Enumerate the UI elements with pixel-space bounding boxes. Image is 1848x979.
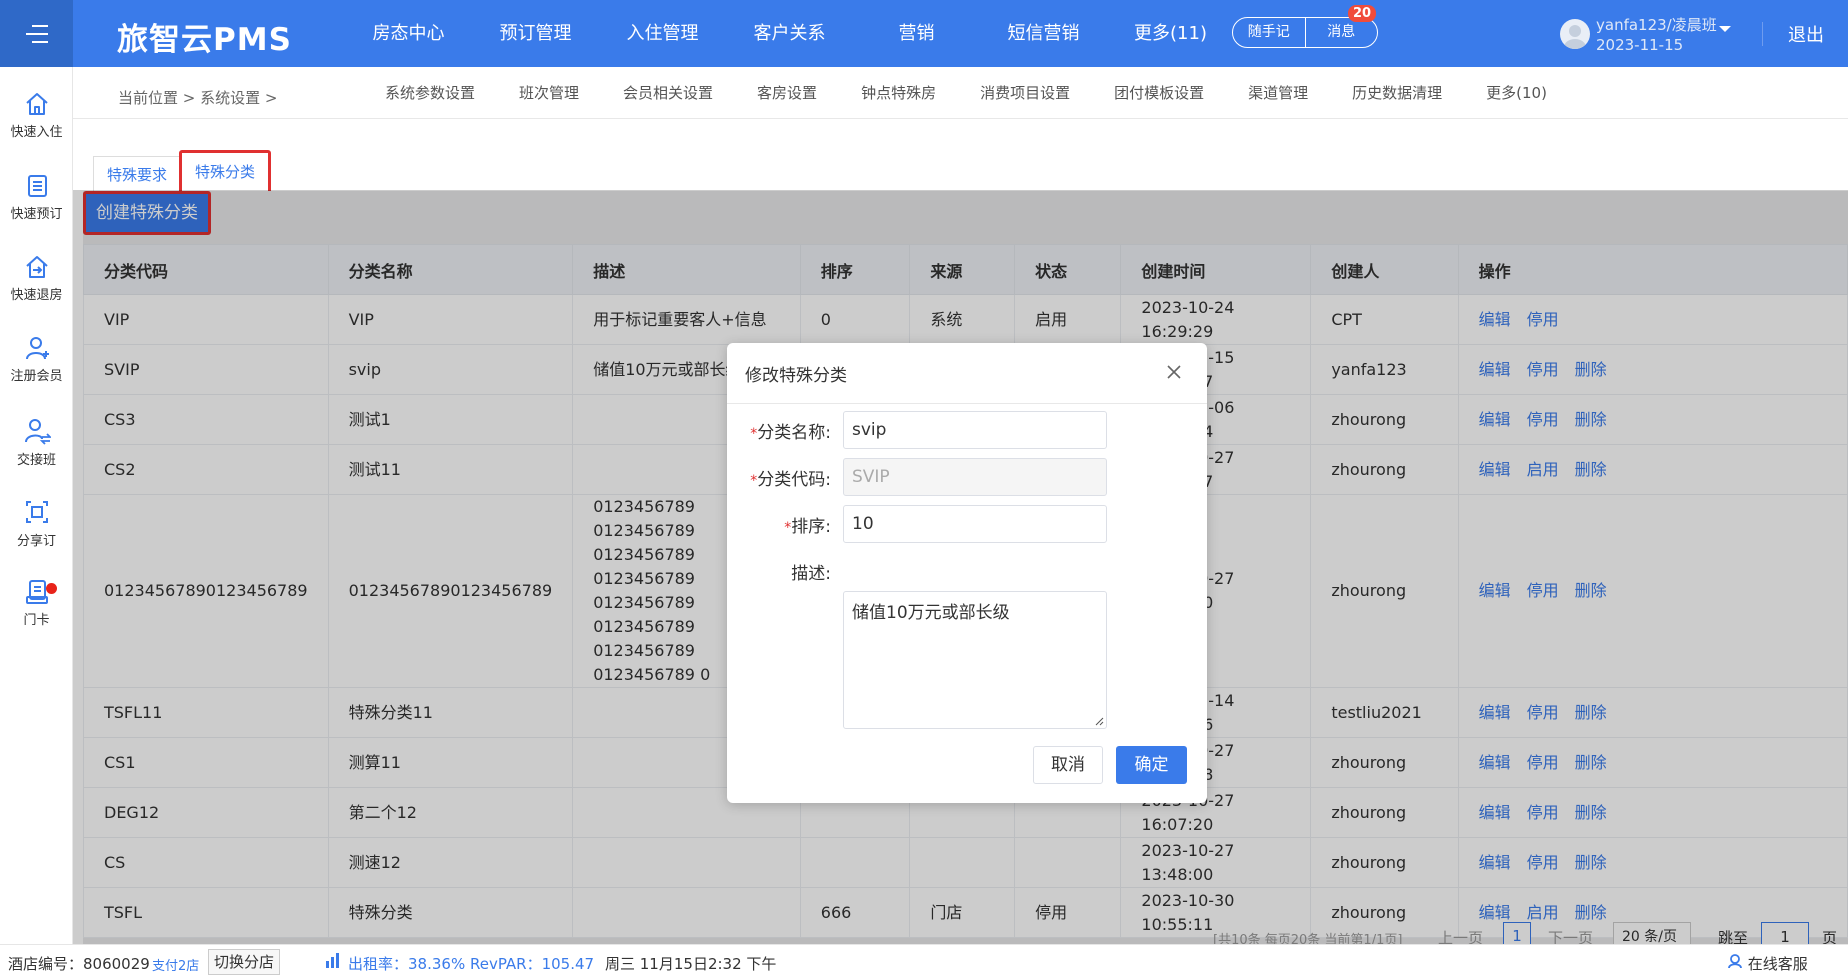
message-count-badge: 20 bbox=[1348, 5, 1377, 22]
sort-label: *排序: bbox=[727, 512, 831, 537]
branch-name: 支付2店 bbox=[152, 959, 200, 974]
menu-toggle-button[interactable] bbox=[0, 0, 73, 67]
desc-label: 描述: bbox=[791, 564, 831, 584]
online-service-button[interactable]: 在线客服 bbox=[1727, 953, 1808, 974]
nav-room-status[interactable]: 房态中心 bbox=[345, 0, 472, 67]
tab-consumption-items[interactable]: 消费项目设置 bbox=[958, 67, 1092, 119]
tab-hourly-rooms[interactable]: 钟点特殊房 bbox=[839, 67, 958, 119]
nav-sms-marketing[interactable]: 短信营销 bbox=[980, 0, 1107, 67]
user-name[interactable]: yanfa123/凌晨班 bbox=[1596, 14, 1717, 35]
tab-more[interactable]: 更多(10) bbox=[1464, 67, 1569, 119]
top-header: 旅智云PMS 房态中心 预订管理 入住管理 客户关系 营销 短信营销 更多(11… bbox=[0, 0, 1848, 67]
bar-chart-icon bbox=[326, 953, 339, 968]
sidebar-item-label: 快速预订 bbox=[10, 207, 63, 222]
occupancy-stats: 出租率：38.36% RevPAR：105.47 bbox=[348, 955, 595, 973]
headset-icon bbox=[1728, 954, 1742, 969]
status-bar: 酒店编号：8060029 支付2店 切换分店 出租率：38.36% RevPAR… bbox=[0, 944, 1848, 978]
current-datetime: 周三 11月15日2:32 下午 bbox=[605, 955, 777, 973]
sidebar-item-label: 注册会员 bbox=[10, 369, 63, 384]
tab-room-settings[interactable]: 客房设置 bbox=[735, 67, 839, 119]
settings-tabs: 系统参数设置 班次管理 会员相关设置 客房设置 钟点特殊房 消费项目设置 团付模… bbox=[363, 67, 1569, 119]
menu-icon bbox=[25, 24, 48, 43]
divider bbox=[727, 403, 1207, 404]
user-avatar-icon bbox=[1564, 25, 1586, 49]
user-swap-icon bbox=[24, 419, 51, 445]
category-code-input: SVIP bbox=[843, 458, 1107, 496]
sidebar-item-quick-booking[interactable]: 快速预订 bbox=[0, 173, 73, 222]
quick-action-sidebar: 快速入住 快速预订 快速退房 注册会员 交接班 分享订 门卡 bbox=[0, 67, 73, 944]
sidebar-item-label: 快速退房 bbox=[10, 288, 63, 303]
page-tab-bar: 特殊要求 特殊分类 bbox=[83, 137, 1848, 195]
tab-shift-management[interactable]: 班次管理 bbox=[497, 67, 601, 119]
tab-channel-management[interactable]: 渠道管理 bbox=[1226, 67, 1330, 119]
sidebar-item-share-booking[interactable]: 分享订 bbox=[0, 498, 73, 549]
nav-checkin[interactable]: 入住管理 bbox=[599, 0, 726, 67]
store-number: 酒店编号：8060029 bbox=[8, 955, 150, 973]
description-textarea[interactable]: 储值10万元或部长级 bbox=[843, 591, 1107, 729]
add-user-icon bbox=[25, 337, 49, 360]
edit-category-dialog: 修改特殊分类 *分类名称: svip *分类代码: SVIP *排序: 10 描… bbox=[727, 343, 1207, 803]
name-label: *分类名称: bbox=[727, 418, 831, 443]
nav-reservations[interactable]: 预订管理 bbox=[472, 0, 599, 67]
sidebar-item-label: 分享订 bbox=[16, 534, 56, 549]
main-nav: 房态中心 预订管理 入住管理 客户关系 营销 短信营销 更多(11) bbox=[345, 0, 1234, 67]
caret-down-icon[interactable] bbox=[1718, 24, 1732, 34]
label-text: 排序: bbox=[791, 517, 831, 537]
sidebar-item-register-member[interactable]: 注册会员 bbox=[0, 335, 73, 384]
sort-input[interactable]: 10 bbox=[843, 505, 1107, 543]
sidebar-item-shift-handover[interactable]: 交接班 bbox=[0, 417, 73, 468]
share-building-icon bbox=[25, 501, 48, 523]
resize-handle-icon[interactable] bbox=[1094, 716, 1104, 726]
card-icon bbox=[25, 580, 48, 604]
house-exit-icon bbox=[25, 256, 48, 278]
confirm-button[interactable]: 确定 bbox=[1116, 746, 1187, 784]
app-logo: 旅智云PMS bbox=[117, 22, 292, 58]
tab-group-templates[interactable]: 团付模板设置 bbox=[1092, 67, 1226, 119]
tab-special-categories[interactable]: 特殊分类 bbox=[179, 150, 272, 194]
notification-dot bbox=[46, 583, 57, 594]
sidebar-item-label: 快速入住 bbox=[10, 125, 63, 140]
sidebar-item-quick-checkin[interactable]: 快速入住 bbox=[0, 91, 73, 140]
divider bbox=[1762, 22, 1763, 46]
business-date: 2023-11-15 bbox=[1596, 36, 1684, 54]
label-text: 分类名称: bbox=[757, 423, 831, 443]
nav-customers[interactable]: 客户关系 bbox=[726, 0, 853, 67]
online-service-label: 在线客服 bbox=[1747, 955, 1808, 973]
tab-system-params[interactable]: 系统参数设置 bbox=[363, 67, 497, 119]
tab-member-settings[interactable]: 会员相关设置 bbox=[601, 67, 735, 119]
close-icon[interactable] bbox=[1165, 363, 1183, 381]
logout-button[interactable]: 退出 bbox=[1788, 21, 1824, 47]
description-text: 储值10万元或部长级 bbox=[852, 603, 1010, 623]
tab-history-cleanup[interactable]: 历史数据清理 bbox=[1330, 67, 1464, 119]
nav-more[interactable]: 更多(11) bbox=[1107, 0, 1234, 67]
nav-marketing[interactable]: 营销 bbox=[853, 0, 980, 67]
sidebar-item-label: 门卡 bbox=[23, 613, 50, 628]
messages-button[interactable]: 消息 bbox=[1306, 18, 1378, 47]
sidebar-item-door-card[interactable]: 门卡 bbox=[0, 579, 73, 628]
code-label: *分类代码: bbox=[727, 465, 831, 490]
sidebar-item-label: 交接班 bbox=[16, 453, 56, 468]
label-text: 分类代码: bbox=[757, 470, 831, 490]
document-list-icon bbox=[27, 175, 47, 197]
sidebar-item-quick-checkout[interactable]: 快速退房 bbox=[0, 254, 73, 303]
notes-button[interactable]: 随手记 bbox=[1233, 18, 1305, 47]
tab-special-requests[interactable]: 特殊要求 bbox=[93, 156, 182, 194]
avatar[interactable] bbox=[1560, 19, 1590, 49]
breadcrumb: 当前位置 > 系统设置 > bbox=[118, 89, 278, 107]
dialog-title: 修改特殊分类 bbox=[745, 366, 847, 386]
category-name-input[interactable]: svip bbox=[843, 411, 1107, 449]
switch-branch-button[interactable]: 切换分店 bbox=[208, 949, 281, 975]
home-icon bbox=[25, 93, 48, 115]
settings-subnav: 当前位置 > 系统设置 > 系统参数设置 班次管理 会员相关设置 客房设置 钟点… bbox=[73, 67, 1848, 119]
cancel-button[interactable]: 取消 bbox=[1033, 746, 1103, 784]
